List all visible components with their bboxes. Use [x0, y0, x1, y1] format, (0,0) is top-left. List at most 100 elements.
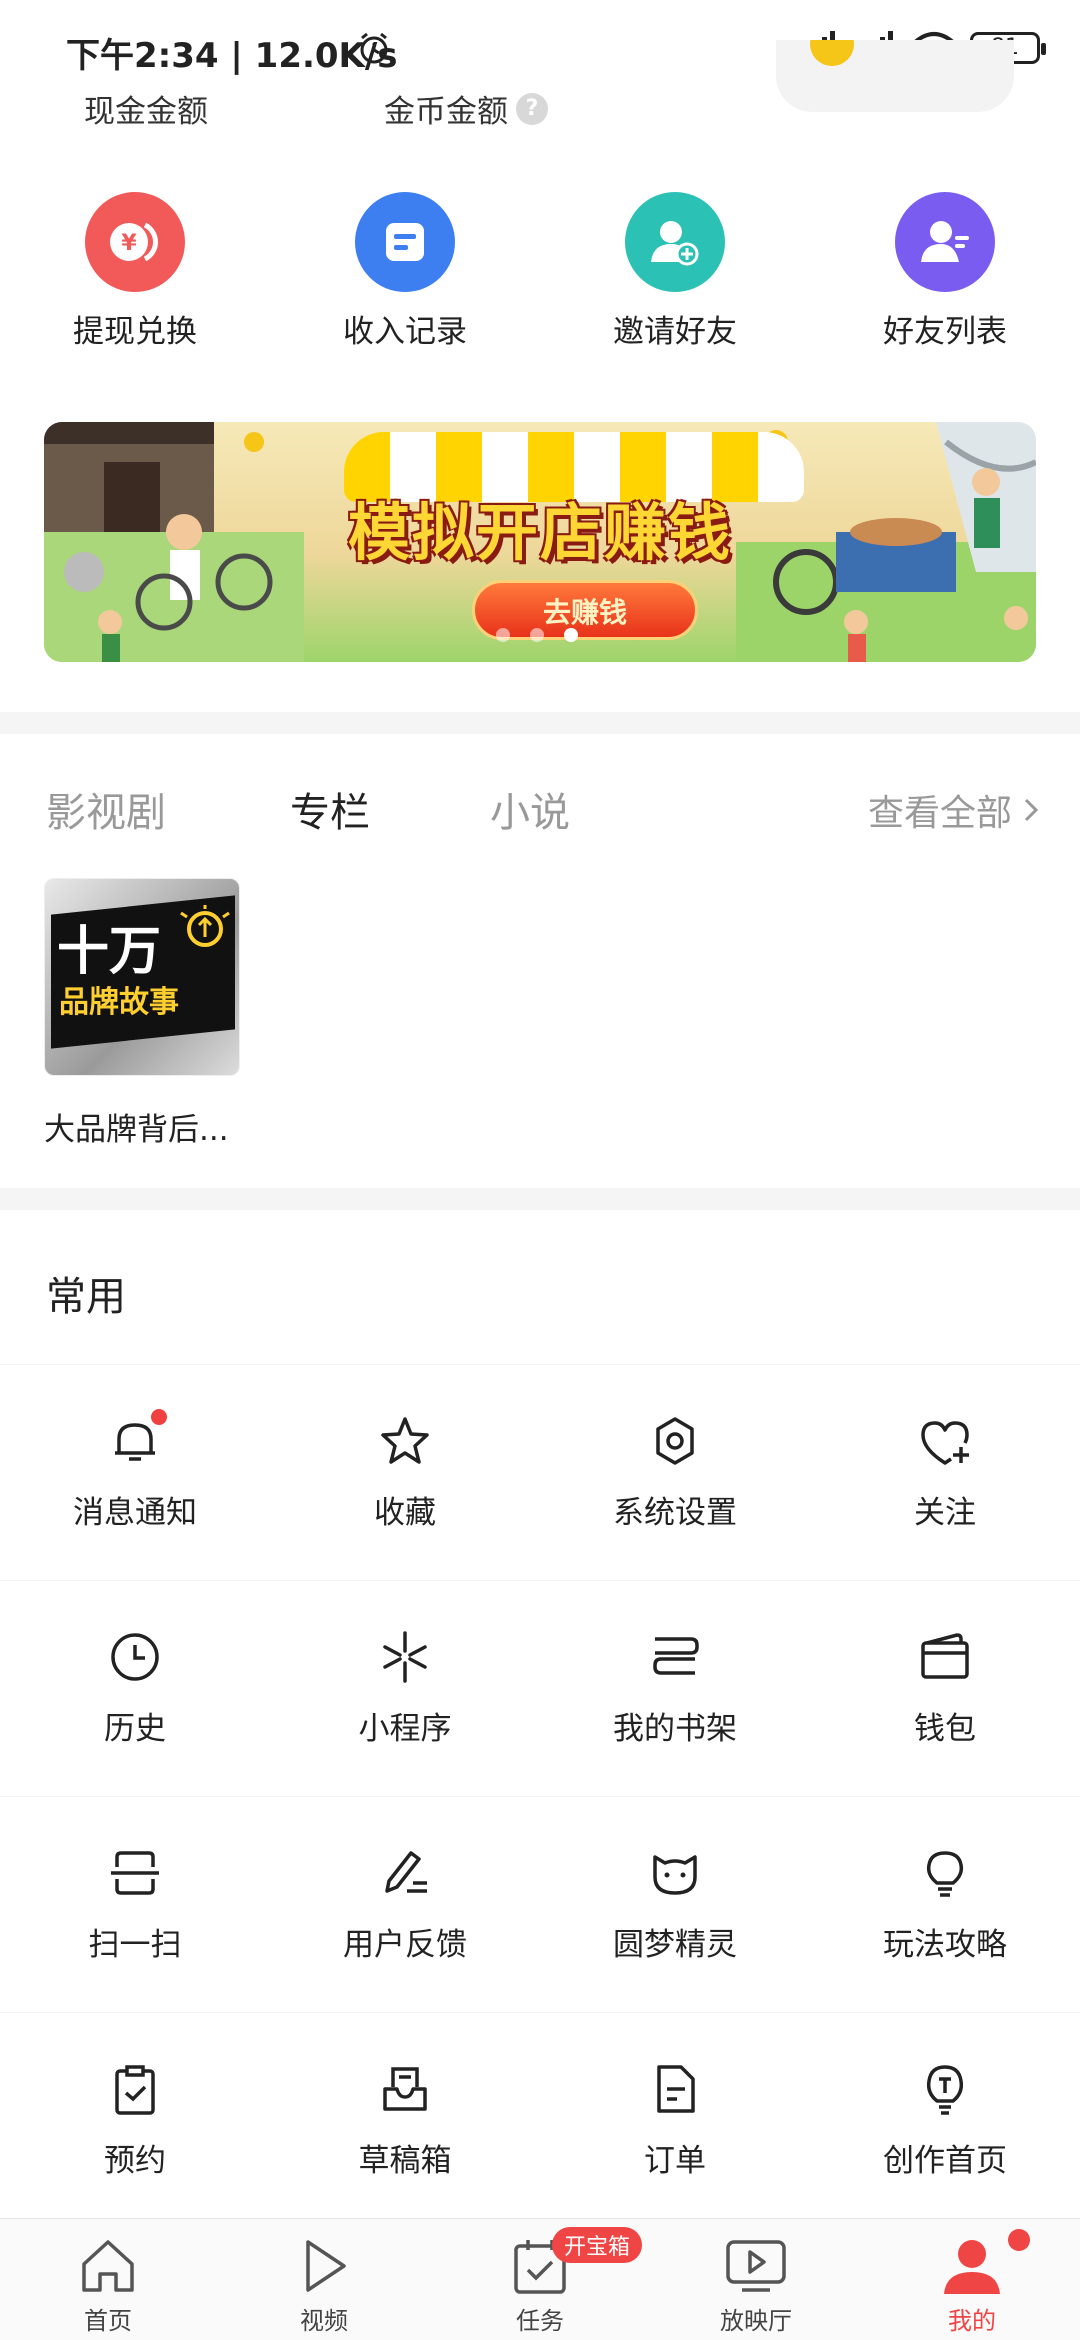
common-item-wallet[interactable]: 钱包: [810, 1581, 1080, 1796]
lightbulb-icon: [915, 1843, 975, 1903]
clipboard-check-icon: [105, 2059, 165, 2119]
chevron-right-icon: [1024, 798, 1039, 822]
column-title[interactable]: 大品牌背后...: [44, 1104, 229, 1149]
nav-theater[interactable]: 放映厅: [648, 2219, 864, 2340]
common-item-settings[interactable]: 系统设置: [540, 1365, 810, 1580]
play-icon: [289, 2233, 359, 2299]
coin-amount-text: 金币金额: [384, 94, 508, 130]
tab-drama[interactable]: 影视剧: [46, 780, 166, 838]
common-item-bookshelf[interactable]: 我的书架: [540, 1581, 810, 1796]
grid-label: 历史: [104, 1711, 166, 1747]
thumbnail-big-text: 十万: [57, 922, 162, 982]
banner-pagination: [496, 628, 578, 642]
see-all-label: 查看全部: [867, 793, 1012, 834]
gear-icon: [645, 1411, 705, 1471]
order-doc-icon: [645, 2059, 705, 2119]
notification-dot: [151, 1409, 167, 1425]
invite-friend-icon: [625, 192, 725, 292]
alarm-icon: [360, 32, 388, 64]
creator-bulb-icon: [915, 2059, 975, 2119]
grid-label: 草稿箱: [358, 2143, 452, 2179]
bottom-nav: 首页 视频 开宝箱 任务 放映厅 我的: [0, 2218, 1080, 2340]
grid-label: 消息通知: [73, 1495, 197, 1531]
common-item-dream-spirit[interactable]: 圆梦精灵: [540, 1797, 810, 2012]
common-item-history[interactable]: 历史: [0, 1581, 270, 1796]
coin-amount-label: 金币金额 ?: [384, 86, 548, 131]
grid-label: 扫一扫: [88, 1927, 182, 1963]
mini-program-icon: [375, 1627, 435, 1687]
column-thumbnail[interactable]: 十万 品牌故事: [44, 878, 240, 1076]
svg-text:¥: ¥: [121, 231, 137, 256]
bell-icon: [105, 1409, 167, 1471]
grid-label: 用户反馈: [343, 1927, 467, 1963]
grid-label: 关注: [914, 1495, 976, 1531]
nav-mine[interactable]: 我的: [864, 2219, 1080, 2340]
heart-plus-icon: [915, 1411, 975, 1471]
thumbnail-small-text: 品牌故事: [59, 985, 179, 1020]
help-icon[interactable]: ?: [516, 92, 548, 125]
nav-video[interactable]: 视频: [216, 2219, 432, 2340]
action-invite-friends[interactable]: 邀请好友: [540, 192, 810, 362]
common-item-drafts[interactable]: 草稿箱: [270, 2013, 540, 2228]
nav-label: 首页: [84, 2307, 132, 2335]
banner-dot-active[interactable]: [564, 628, 578, 642]
nav-label: 放映厅: [720, 2307, 792, 2335]
tab-column[interactable]: 专栏: [290, 780, 370, 838]
nav-task[interactable]: 开宝箱 任务: [432, 2219, 648, 2340]
yen-exchange-icon: ¥: [85, 192, 185, 292]
grid-label: 玩法攻略: [883, 1927, 1007, 1963]
nav-label: 任务: [516, 2307, 564, 2335]
nav-label: 我的: [948, 2307, 996, 2335]
grid-label: 预约: [104, 2143, 166, 2179]
grid-label: 系统设置: [613, 1495, 737, 1531]
tab-novel[interactable]: 小说: [490, 780, 570, 838]
common-item-guide[interactable]: 玩法攻略: [810, 1797, 1080, 2012]
action-label: 邀请好友: [613, 314, 737, 350]
nav-home[interactable]: 首页: [0, 2219, 216, 2340]
common-item-appointment[interactable]: 预约: [0, 2013, 270, 2228]
inbox-icon: [375, 2059, 435, 2119]
theater-icon: [721, 2233, 791, 2299]
cash-amount-label: 现金金额: [84, 94, 208, 130]
grid-row: 扫一扫 用户反馈 圆梦精灵 玩法攻略: [0, 1796, 1080, 2012]
grid-label: 收藏: [374, 1495, 436, 1531]
banner-dot[interactable]: [496, 628, 510, 642]
common-item-creator-home[interactable]: 创作首页: [810, 2013, 1080, 2228]
promo-banner[interactable]: 模拟开店赚钱 去赚钱: [44, 422, 1036, 662]
section-divider: [0, 1188, 1080, 1210]
action-withdraw[interactable]: ¥ 提现兑换: [0, 192, 270, 362]
common-item-orders[interactable]: 订单: [540, 2013, 810, 2228]
banner-dot[interactable]: [530, 628, 544, 642]
star-icon: [375, 1411, 435, 1471]
status-time: 下午2:34 | 12.0K/s: [66, 36, 398, 76]
common-item-feedback[interactable]: 用户反馈: [270, 1797, 540, 2012]
action-friend-list[interactable]: 好友列表: [810, 192, 1080, 362]
amount-labels: 现金金额 金币金额 ?: [0, 86, 1080, 136]
coin-icon: [810, 40, 854, 66]
common-section-title: 常用: [46, 1274, 126, 1320]
action-income-record[interactable]: 收入记录: [270, 192, 540, 362]
see-all-link[interactable]: 查看全部: [868, 784, 1040, 836]
common-item-favorites[interactable]: 收藏: [270, 1365, 540, 1580]
action-label: 收入记录: [343, 314, 467, 350]
common-item-notifications[interactable]: 消息通知: [0, 1365, 270, 1580]
section-divider: [0, 712, 1080, 734]
profile-icon: [937, 2233, 1007, 2299]
record-icon: [355, 192, 455, 292]
grid-label: 小程序: [358, 1711, 452, 1747]
common-item-scan[interactable]: 扫一扫: [0, 1797, 270, 2012]
action-label: 提现兑换: [73, 314, 197, 350]
bookshelf-icon: [645, 1627, 705, 1687]
grid-label: 圆梦精灵: [613, 1927, 737, 1963]
profile-notification-dot: [1008, 2229, 1030, 2251]
home-icon: [73, 2233, 143, 2299]
common-item-mini-program[interactable]: 小程序: [270, 1581, 540, 1796]
scan-icon: [105, 1843, 165, 1903]
treasure-box-badge[interactable]: 开宝箱: [552, 2227, 643, 2263]
feedback-pen-icon: [375, 1843, 435, 1903]
grid-row: 消息通知 收藏 系统设置 关注: [0, 1364, 1080, 1580]
wallet-icon: [915, 1627, 975, 1687]
common-item-follow[interactable]: 关注: [810, 1365, 1080, 1580]
grid-label: 订单: [644, 2143, 706, 2179]
banner-title: 模拟开店赚钱: [347, 496, 732, 569]
